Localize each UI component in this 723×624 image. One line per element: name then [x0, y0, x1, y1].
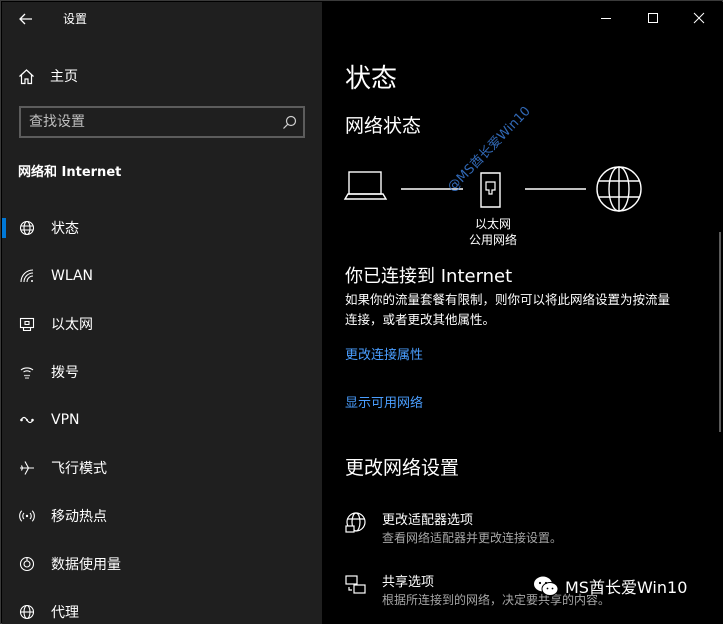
- globe-icon: [19, 220, 35, 236]
- search-input[interactable]: [29, 113, 269, 131]
- wifi-icon: [19, 268, 35, 284]
- sidebar-item-vpn[interactable]: VPN: [2, 400, 322, 440]
- settings-window: 设置 主页 网络和 Internet 状态 WLA: [0, 0, 723, 624]
- sidebar-item-label: 以太网: [51, 317, 93, 333]
- sidebar-item-label: VPN: [51, 412, 80, 428]
- sharing-icon: [345, 575, 366, 594]
- change-network-settings-heading: 更改网络设置: [345, 457, 460, 479]
- wechat-icon: [534, 576, 559, 596]
- home-label: 主页: [50, 69, 78, 85]
- sidebar-item-airplane[interactable]: 飞行模式: [2, 448, 322, 488]
- sidebar-item-label: 飞行模式: [51, 461, 107, 477]
- maximize-icon[interactable]: [645, 10, 661, 26]
- back-arrow-icon[interactable]: [16, 9, 36, 29]
- computer-icon: [343, 171, 388, 200]
- sidebar-item-label: 拨号: [51, 365, 79, 381]
- adapter-options-item[interactable]: 更改适配器选项 查看网络适配器并更改连接设置。: [344, 509, 714, 553]
- dialup-icon: [19, 364, 35, 380]
- ethernet-icon: [19, 316, 35, 332]
- sidebar-item-dialup[interactable]: 拨号: [2, 352, 322, 392]
- option-title: 共享选项: [382, 575, 435, 590]
- home-icon: [19, 68, 34, 84]
- page-title: 状态: [345, 64, 398, 94]
- title-bar: 设置: [2, 2, 322, 36]
- sidebar-item-proxy[interactable]: 代理: [2, 592, 322, 624]
- section-title: 网络和 Internet: [18, 165, 122, 180]
- adapter-name: 以太网: [474, 217, 511, 231]
- desc-line-2: 连接，或者更改其他属性。: [345, 312, 496, 327]
- ethernet-adapter-icon: [480, 172, 501, 208]
- network-type: 公用网络: [468, 233, 517, 247]
- sidebar-item-label: 状态: [51, 221, 79, 237]
- adapter-icon: [345, 512, 366, 533]
- network-status-heading: 网络状态: [345, 115, 422, 137]
- minimize-icon[interactable]: [598, 10, 614, 26]
- data-usage-icon: [19, 556, 35, 572]
- sidebar-item-status[interactable]: 状态: [2, 208, 322, 248]
- home-link[interactable]: 主页: [18, 64, 78, 88]
- close-icon[interactable]: [691, 10, 707, 26]
- hotspot-icon: [19, 508, 35, 524]
- option-description: 查看网络适配器并更改连接设置。: [382, 531, 563, 545]
- connected-description: 如果你的流量套餐有限制，则你可以将此网络设置为按流量 连接，或者更改其他属性。: [345, 290, 705, 330]
- change-connection-properties-link[interactable]: 更改连接属性: [345, 344, 423, 363]
- desc-line-1: 如果你的流量套餐有限制，则你可以将此网络设置为按流量: [345, 292, 671, 307]
- show-available-networks-link[interactable]: 显示可用网络: [345, 392, 423, 411]
- sidebar-item-wlan[interactable]: WLAN: [2, 256, 322, 296]
- connected-title: 你已连接到 Internet: [345, 266, 513, 287]
- option-title: 更改适配器选项: [382, 513, 474, 528]
- globe-icon: [19, 604, 35, 620]
- sidebar-item-label: 移动热点: [51, 509, 107, 525]
- internet-globe-icon: [596, 166, 642, 212]
- airplane-icon: [19, 460, 35, 476]
- search-box[interactable]: [19, 106, 305, 138]
- scrollbar[interactable]: [719, 232, 721, 432]
- search-icon[interactable]: [282, 115, 297, 130]
- content-pane: 状态 网络状态 以太网 公用网络 @MS酋长爱Win10 你已连接到 Inter…: [322, 2, 723, 624]
- app-title: 设置: [63, 12, 88, 26]
- sidebar-item-label: 数据使用量: [51, 557, 121, 573]
- sidebar-item-label: 代理: [51, 605, 79, 621]
- navigation-pane: 设置 主页 网络和 Internet 状态 WLA: [2, 2, 322, 624]
- sidebar-item-data-usage[interactable]: 数据使用量: [2, 544, 322, 584]
- sidebar-item-hotspot[interactable]: 移动热点: [2, 496, 322, 536]
- vpn-icon: [19, 412, 35, 428]
- wechat-label: MS酋长爱Win10: [565, 578, 688, 597]
- sidebar-item-label: WLAN: [51, 268, 94, 284]
- wechat-watermark: MS酋长爱Win10: [533, 574, 687, 598]
- sidebar-item-ethernet[interactable]: 以太网: [2, 304, 322, 344]
